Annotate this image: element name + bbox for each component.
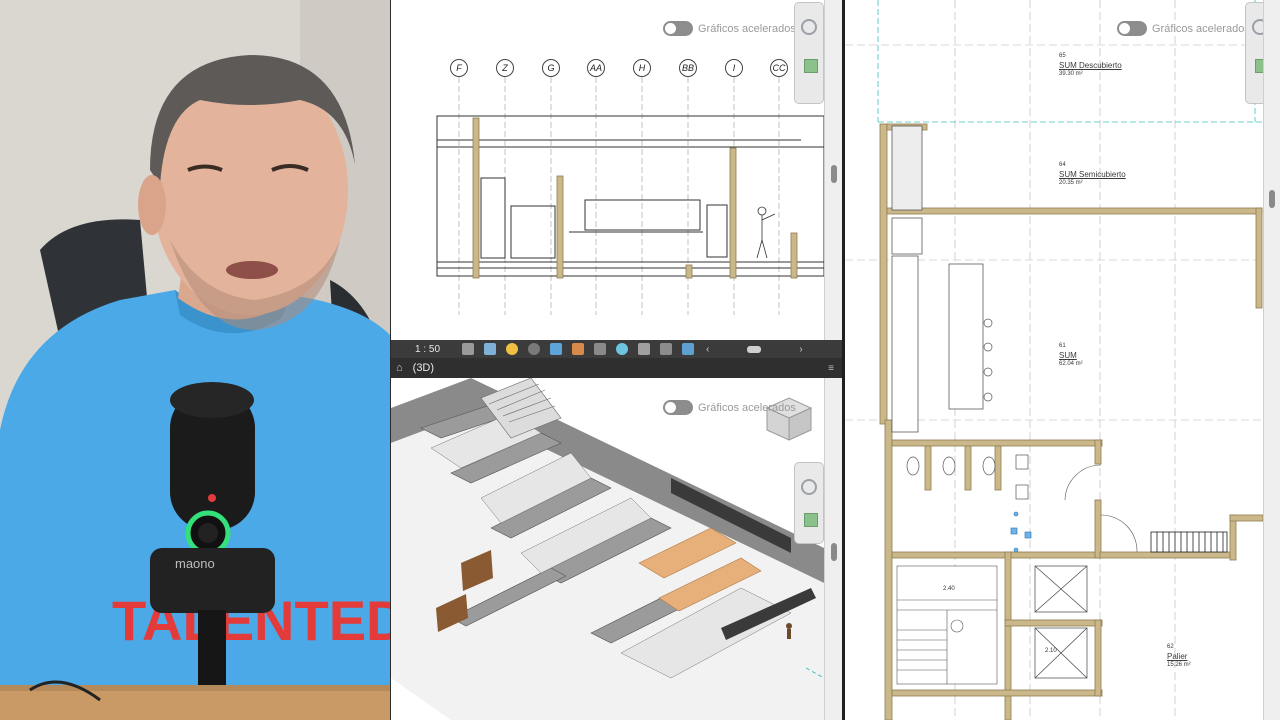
room-tag[interactable]: 62 Palier 15.26 m² (1167, 643, 1191, 670)
sun-path-icon[interactable] (506, 343, 519, 355)
scroll-right-icon[interactable]: › (799, 344, 802, 355)
mic-brand: maono (175, 556, 215, 571)
3d-scroll-thumb[interactable] (831, 543, 837, 561)
presenter-image: TALENTED maono (0, 0, 390, 720)
plan-scroll-thumb[interactable] (1269, 190, 1275, 208)
view-tab-3d[interactable]: ⌂ (3D) ≡ (391, 358, 842, 378)
plan-scrollbar[interactable] (1263, 0, 1280, 720)
room-tag[interactable]: 64 SUM Semicubierto 20.35 m² (1059, 161, 1126, 188)
toggle-switch-icon[interactable] (663, 400, 693, 415)
3d-view[interactable]: Gráficos acelerados (391, 378, 824, 720)
tab-3d-label[interactable]: (3D) (413, 362, 434, 374)
scroll-left-icon[interactable]: ‹ (706, 344, 709, 355)
elevation-drawing (436, 77, 824, 315)
navigation-bar-3d[interactable] (794, 462, 824, 544)
shadows-icon[interactable] (528, 343, 541, 355)
3d-view-scrollbar[interactable] (824, 378, 843, 720)
room-tag[interactable]: 61 SUM 62.04 m² (1059, 342, 1083, 369)
elevation-scroll-thumb[interactable] (831, 165, 837, 183)
webcam-feed: TALENTED maono (0, 0, 390, 720)
zoom-region-icon[interactable] (804, 513, 818, 527)
show-crop-region-icon[interactable] (572, 343, 585, 355)
navigation-bar-plan[interactable] (1245, 2, 1263, 104)
horizontal-scroll-thumb[interactable] (747, 345, 762, 353)
visual-style-icon[interactable] (484, 343, 497, 355)
temporary-view-properties-icon[interactable] (638, 343, 651, 355)
floor-plan-view[interactable]: 65 SUM Descubierto 39.30 m² 64 SUM Semic… (845, 0, 1263, 720)
crop-view-icon[interactable] (550, 343, 563, 355)
accelerated-graphics-toggle-plan[interactable]: Gráficos acelerados (1117, 21, 1250, 36)
floor-plan-drawing (845, 0, 1263, 720)
steering-wheel-icon[interactable] (801, 479, 817, 495)
dimension-label: 2.40 (943, 586, 955, 592)
analytical-model-icon[interactable] (660, 343, 673, 355)
accelerated-graphics-label: Gráficos acelerados (1152, 22, 1250, 35)
steering-wheel-icon[interactable] (1252, 19, 1263, 35)
home-icon[interactable]: ⌂ (396, 362, 403, 374)
elevation-scrollbar[interactable] (824, 0, 843, 340)
detail-level-icon[interactable] (462, 343, 475, 355)
dimension-label: 2.10 (1045, 648, 1057, 654)
tab-menu-icon[interactable]: ≡ (828, 363, 834, 374)
highlight-displacement-icon[interactable] (682, 343, 695, 355)
zoom-region-icon[interactable] (1255, 59, 1263, 73)
room-tag[interactable]: 65 SUM Descubierto 39.30 m² (1059, 52, 1122, 79)
view-cube-icon[interactable] (757, 396, 805, 444)
temporary-hide-icon[interactable] (594, 343, 607, 355)
toggle-switch-icon[interactable] (1117, 21, 1147, 36)
reveal-hidden-icon[interactable] (616, 343, 629, 355)
view-scale[interactable]: 1 : 50 (415, 344, 440, 355)
view-control-bar[interactable]: 1 : 50 ‹ › (391, 340, 842, 358)
elevation-view[interactable]: Gráficos acelerados F Z G AA H BB I CC (391, 0, 824, 340)
